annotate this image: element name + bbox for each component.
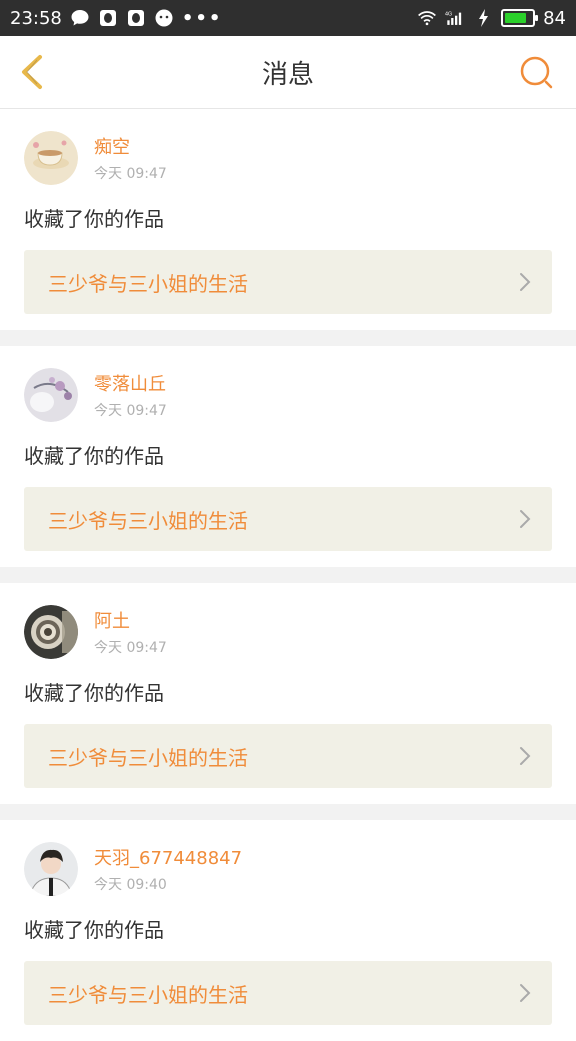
chevron-right-icon xyxy=(520,510,531,528)
person-avatar[interactable] xyxy=(24,842,78,896)
status-right: 4G 84 xyxy=(417,8,566,29)
message-time: 今天 09:40 xyxy=(94,877,167,893)
user-info: 阿土 今天 09:47 xyxy=(94,607,167,657)
message-time: 今天 09:47 xyxy=(94,640,167,656)
message-header: 天羽_677448847 今天 09:40 xyxy=(24,842,552,896)
signal-icon: 4G xyxy=(445,12,462,25)
wechat-icon xyxy=(155,9,173,27)
work-link[interactable]: 三少爷与三小姐的生活 xyxy=(24,487,552,551)
message-card: 天羽_677448847 今天 09:40 收藏了你的作品 三少爷与三小姐的生活 xyxy=(0,820,576,1041)
message-header: 零落山丘 今天 09:47 xyxy=(24,368,552,422)
work-title: 三少爷与三小姐的生活 xyxy=(48,508,248,533)
chevron-right-icon xyxy=(520,984,531,1002)
search-icon[interactable] xyxy=(516,52,556,92)
chevron-right-icon xyxy=(520,747,531,765)
user-info: 痴空 今天 09:47 xyxy=(94,133,167,183)
status-time: 23:58 xyxy=(10,7,62,29)
action-text: 收藏了你的作品 xyxy=(24,207,164,231)
message-time: 今天 09:47 xyxy=(94,403,167,419)
top-bar: 消息 xyxy=(0,36,576,109)
work-title: 三少爷与三小姐的生活 xyxy=(48,745,248,770)
message-card: 阿土 今天 09:47 收藏了你的作品 三少爷与三小姐的生活 xyxy=(0,583,576,804)
wifi-icon xyxy=(418,11,437,26)
work-link[interactable]: 三少爷与三小姐的生活 xyxy=(24,250,552,314)
message-list: 痴空 今天 09:47 收藏了你的作品 三少爷与三小姐的生活 零落山丘 今天 0… xyxy=(0,109,576,1041)
action-text: 收藏了你的作品 xyxy=(24,918,164,942)
message-time: 今天 09:47 xyxy=(94,166,167,182)
message-card: 痴空 今天 09:47 收藏了你的作品 三少爷与三小姐的生活 xyxy=(0,109,576,330)
qq-icon-2 xyxy=(127,10,144,26)
message-header: 痴空 今天 09:47 xyxy=(24,131,552,185)
charging-icon xyxy=(479,9,489,27)
svg-text:4G: 4G xyxy=(445,12,452,18)
chevron-right-icon xyxy=(520,273,531,291)
status-left: 23:58 ••• xyxy=(10,8,222,29)
action-text: 收藏了你的作品 xyxy=(24,681,164,705)
scroll-avatar[interactable] xyxy=(24,605,78,659)
battery-cap xyxy=(535,15,539,21)
work-title: 三少爷与三小姐的生活 xyxy=(48,271,248,296)
battery-percent: 84 xyxy=(543,7,566,29)
more-notifications-icon: ••• xyxy=(181,7,223,29)
action-text: 收藏了你的作品 xyxy=(24,444,164,468)
work-link[interactable]: 三少爷与三小姐的生活 xyxy=(24,724,552,788)
work-link[interactable]: 三少爷与三小姐的生活 xyxy=(24,961,552,1025)
work-title: 三少爷与三小姐的生活 xyxy=(48,982,248,1007)
flower-avatar[interactable] xyxy=(24,368,78,422)
back-arrow-icon[interactable] xyxy=(14,52,54,92)
qq-icon xyxy=(99,10,116,26)
battery-icon xyxy=(501,9,539,27)
username[interactable]: 零落山丘 xyxy=(94,370,167,396)
battery-fill xyxy=(505,13,527,23)
page-title: 消息 xyxy=(261,59,314,90)
user-info: 零落山丘 今天 09:47 xyxy=(94,370,167,420)
username[interactable]: 阿土 xyxy=(94,607,167,633)
teacup-avatar[interactable] xyxy=(24,131,78,185)
username[interactable]: 天羽_677448847 xyxy=(94,844,242,870)
status-bar: 23:58 ••• 4G 84 xyxy=(0,0,576,36)
message-header: 阿土 今天 09:47 xyxy=(24,605,552,659)
message-card: 零落山丘 今天 09:47 收藏了你的作品 三少爷与三小姐的生活 xyxy=(0,346,576,567)
username[interactable]: 痴空 xyxy=(94,133,167,159)
chat-bubble-icon xyxy=(71,10,89,26)
user-info: 天羽_677448847 今天 09:40 xyxy=(94,844,242,894)
